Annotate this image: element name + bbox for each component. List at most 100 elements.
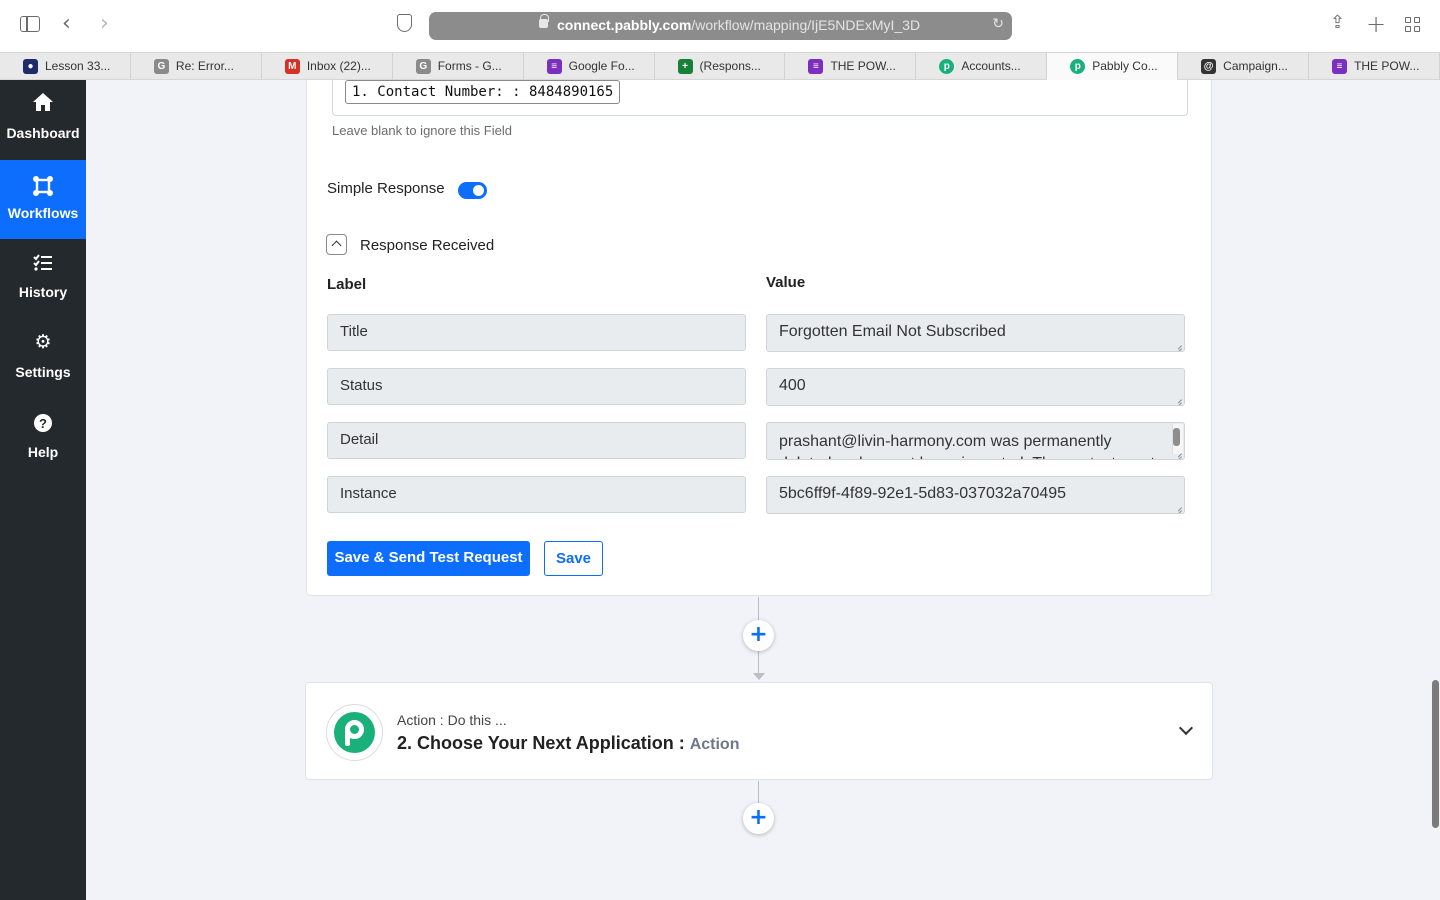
gmail-favicon: M — [284, 59, 300, 74]
action-subtitle: Action — [689, 736, 740, 753]
history-list-icon — [0, 254, 86, 277]
resize-grip-icon[interactable] — [1174, 395, 1182, 403]
browser-tab[interactable]: @ Campaign... — [1178, 53, 1310, 80]
url-path: /workflow/mapping/IjE5NDExMyI_3D — [691, 17, 921, 33]
privacy-shield-icon[interactable] — [397, 14, 412, 32]
browser-tab[interactable]: + (Respons... — [655, 53, 786, 80]
browser-tab[interactable]: ≡ THE POW... — [1309, 53, 1440, 80]
response-value-title[interactable]: Forgotten Email Not Subscribed — [766, 314, 1185, 352]
pabbly-logo-icon — [326, 704, 383, 761]
google-forms-favicon: ≡ — [808, 59, 824, 74]
resize-grip-icon[interactable] — [1174, 449, 1182, 457]
action-kicker: Action : Do this ... — [397, 712, 507, 728]
google-forms-favicon: ≡ — [546, 59, 562, 74]
value-column-header: Value — [766, 274, 806, 291]
browser-tab[interactable]: ● Lesson 33... — [0, 53, 131, 80]
share-icon[interactable]: ⇪ — [1330, 12, 1345, 33]
browser-tab[interactable]: G Re: Error... — [131, 53, 262, 80]
contact-number-field[interactable]: 1. Contact Number: : 8484890165 — [332, 80, 1188, 116]
lesson-favicon: ● — [23, 59, 38, 74]
new-tab-plus-icon[interactable]: + — [1366, 10, 1386, 38]
nav-label-history: History — [18, 284, 68, 300]
browser-tab[interactable]: M Inbox (22)... — [262, 53, 393, 80]
collapse-response-button[interactable] — [326, 234, 347, 255]
connector-arrow-icon — [753, 673, 765, 680]
svg-text:?: ? — [39, 416, 47, 431]
response-label-instance: Instance — [327, 476, 746, 513]
browser-toolbar: ‹ › connect.pabbly.com/workflow/mapping/… — [0, 0, 1440, 52]
browser-tab[interactable]: G Forms - G... — [393, 53, 524, 80]
lock-icon — [539, 14, 549, 28]
browser-tab[interactable]: p Accounts... — [916, 53, 1048, 80]
response-label-status: Status — [327, 368, 746, 405]
nav-label-help: Help — [27, 444, 59, 460]
save-send-test-request-button[interactable]: Save & Send Test Request — [327, 541, 530, 576]
browser-tab-title: THE POW... — [830, 59, 896, 73]
browser-tab-title: Google Fo... — [568, 59, 635, 73]
home-icon — [0, 92, 86, 117]
response-value-instance[interactable]: 5bc6ff9f-4f89-92e1-5d83-037032a70495 — [766, 476, 1185, 514]
response-label-detail: Detail — [327, 422, 746, 459]
app-sidebar: Dashboard Workflows History ⚙ Settings ?… — [0, 80, 86, 900]
reload-icon[interactable]: ↻ — [992, 16, 1004, 32]
nav-dashboard[interactable]: Dashboard — [0, 80, 86, 159]
browser-tab-title: Re: Error... — [175, 59, 234, 73]
response-value-text: prashant@livin-harmony.com was permanent… — [779, 433, 1155, 459]
response-value-text: Forgotten Email Not Subscribed — [779, 323, 1006, 340]
nav-workflows[interactable]: Workflows — [0, 160, 86, 239]
resize-grip-icon[interactable] — [1174, 341, 1182, 349]
g-favicon: G — [415, 59, 431, 74]
tab-overview-icon[interactable] — [1405, 17, 1420, 32]
browser-tab-title: THE POW... — [1354, 59, 1420, 73]
action-title: 2. Choose Your Next Application : Action — [397, 733, 739, 754]
address-bar[interactable]: connect.pabbly.com/workflow/mapping/IjE5… — [429, 12, 1012, 40]
g-favicon: G — [153, 59, 169, 74]
simple-response-label: Simple Response — [327, 180, 445, 197]
forward-arrow-icon[interactable]: › — [100, 11, 109, 36]
add-step-plus-icon[interactable]: + — [743, 620, 774, 651]
browser-tab-title: Pabbly Co... — [1092, 59, 1158, 73]
browser-tab[interactable]: p Pabbly Co... — [1047, 53, 1179, 80]
pabbly-favicon: p — [1070, 59, 1086, 74]
action-step-card[interactable]: Action : Do this ... 2. Choose Your Next… — [305, 682, 1213, 780]
browser-tab[interactable]: ≡ Google Fo... — [524, 53, 655, 80]
nav-history[interactable]: History — [0, 240, 86, 319]
browser-tab-title: Accounts... — [961, 59, 1021, 73]
browser-tab[interactable]: ≡ THE POW... — [785, 53, 917, 80]
trigger-step-card: 1. Contact Number: : 8484890165 Leave bl… — [306, 80, 1212, 596]
nav-settings[interactable]: ⚙ Settings — [0, 320, 86, 399]
back-arrow-icon[interactable]: ‹ — [62, 11, 71, 36]
response-value-status[interactable]: 400 — [766, 368, 1185, 406]
gear-icon: ⚙ — [34, 331, 52, 353]
url-domain: connect.pabbly.com — [557, 17, 692, 33]
tab-strip: ● Lesson 33... G Re: Error... M Inbox (22)...… — [0, 52, 1440, 80]
response-received-title: Response Received — [360, 237, 495, 254]
google-forms-favicon: ≡ — [1332, 59, 1348, 74]
nav-help[interactable]: ? Help — [0, 400, 86, 479]
browser-tab-title: Campaign... — [1223, 59, 1288, 73]
add-step-plus-icon[interactable]: + — [743, 803, 774, 834]
chevron-down-icon[interactable] — [1178, 720, 1194, 736]
sidebar-toggle-icon[interactable] — [20, 16, 40, 32]
browser-tab-title: Inbox (22)... — [306, 59, 371, 73]
page-scrollbar-thumb[interactable] — [1432, 680, 1439, 828]
help-icon: ? — [0, 413, 86, 438]
resize-grip-icon[interactable] — [1174, 503, 1182, 511]
response-label-title: Title — [327, 314, 746, 351]
field-hint: Leave blank to ignore this Field — [332, 123, 512, 138]
response-value-detail[interactable]: prashant@livin-harmony.com was permanent… — [766, 422, 1185, 460]
workflows-icon — [0, 175, 86, 202]
save-button[interactable]: Save — [544, 541, 603, 576]
mailchimp-favicon: @ — [1201, 59, 1217, 74]
action-title-text: 2. Choose Your Next Application : — [397, 733, 690, 753]
nav-label-workflows: Workflows — [7, 205, 79, 221]
mapped-field-chip[interactable]: 1. Contact Number: : 8484890165 — [345, 80, 621, 104]
label-column-header: Label — [327, 276, 367, 293]
nav-label-dashboard: Dashboard — [6, 125, 80, 141]
response-value-text: 5bc6ff9f-4f89-92e1-5d83-037032a70495 — [779, 485, 1067, 502]
browser-tab-title: Forms - G... — [437, 59, 502, 73]
browser-tab-title: Lesson 33... — [45, 59, 111, 73]
simple-response-toggle[interactable] — [458, 182, 487, 199]
browser-tab-title: (Respons... — [699, 59, 761, 73]
detail-scroll-thumb[interactable] — [1173, 428, 1180, 446]
